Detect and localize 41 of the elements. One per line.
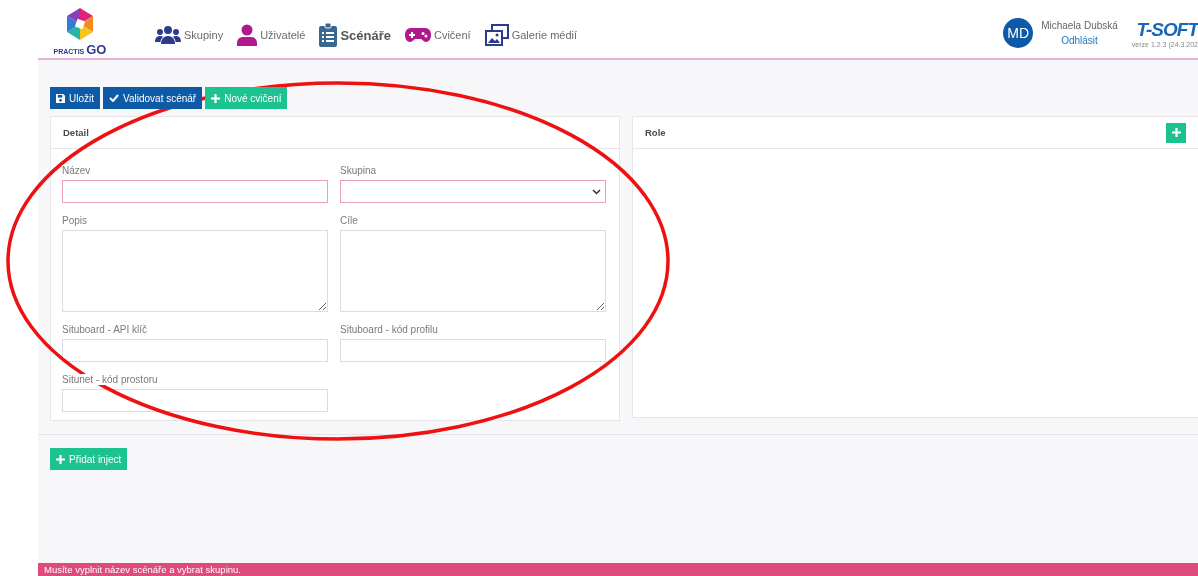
user-name: Michaela Dubská: [1041, 20, 1118, 31]
images-icon: [484, 24, 509, 46]
status-message: Musíte vyplnit název scénáře a vybrat skupinu.: [38, 563, 1198, 576]
panel-title: Role: [645, 127, 666, 138]
text-field[interactable]: [62, 339, 328, 362]
clipboard-icon: [319, 23, 338, 47]
chevron-icon: [592, 188, 601, 195]
logo-suffix: GO: [86, 41, 107, 57]
nav-item[interactable]: Skupiny: [155, 25, 224, 45]
plus-icon: [1171, 128, 1181, 137]
check-icon: [109, 94, 119, 102]
field-label: Situnet - kód prostoru: [62, 374, 158, 385]
save-icon: [56, 93, 65, 103]
text-field[interactable]: [62, 389, 328, 412]
gamepad-icon: [405, 27, 431, 43]
nav-item[interactable]: Scénáře: [319, 23, 391, 47]
text-area[interactable]: [340, 230, 606, 312]
plus-icon: [56, 454, 65, 464]
field-label: Cíle: [340, 215, 358, 226]
panel-title: Detail: [63, 127, 89, 138]
add-role-button[interactable]: [1166, 122, 1186, 143]
text-area[interactable]: [62, 230, 328, 312]
field-label: Název: [62, 165, 91, 176]
logo-icon: [65, 7, 95, 40]
field-label: Skupina: [340, 165, 377, 176]
text-field[interactable]: [62, 180, 328, 203]
nav-item[interactable]: Uživatelé: [237, 24, 306, 46]
field-label: Situboard - API klíč: [62, 324, 148, 335]
logout-link[interactable]: Odhlásit: [1061, 35, 1098, 46]
user-avatar: MD: [1003, 18, 1034, 48]
toolbar-button[interactable]: Uložit: [50, 87, 100, 109]
nav-item[interactable]: Galerie médií: [484, 24, 578, 46]
select-field[interactable]: [340, 180, 606, 203]
nav-item[interactable]: Cvičení: [405, 27, 471, 43]
toolbar-button[interactable]: Validovat scénář: [103, 87, 203, 109]
plus-icon: [211, 93, 221, 103]
users-icon: [155, 25, 181, 45]
text-field[interactable]: [340, 339, 606, 362]
field-label: Situboard - kód profilu: [340, 324, 438, 335]
field-label: Popis: [62, 215, 87, 226]
user-icon: [237, 24, 258, 46]
